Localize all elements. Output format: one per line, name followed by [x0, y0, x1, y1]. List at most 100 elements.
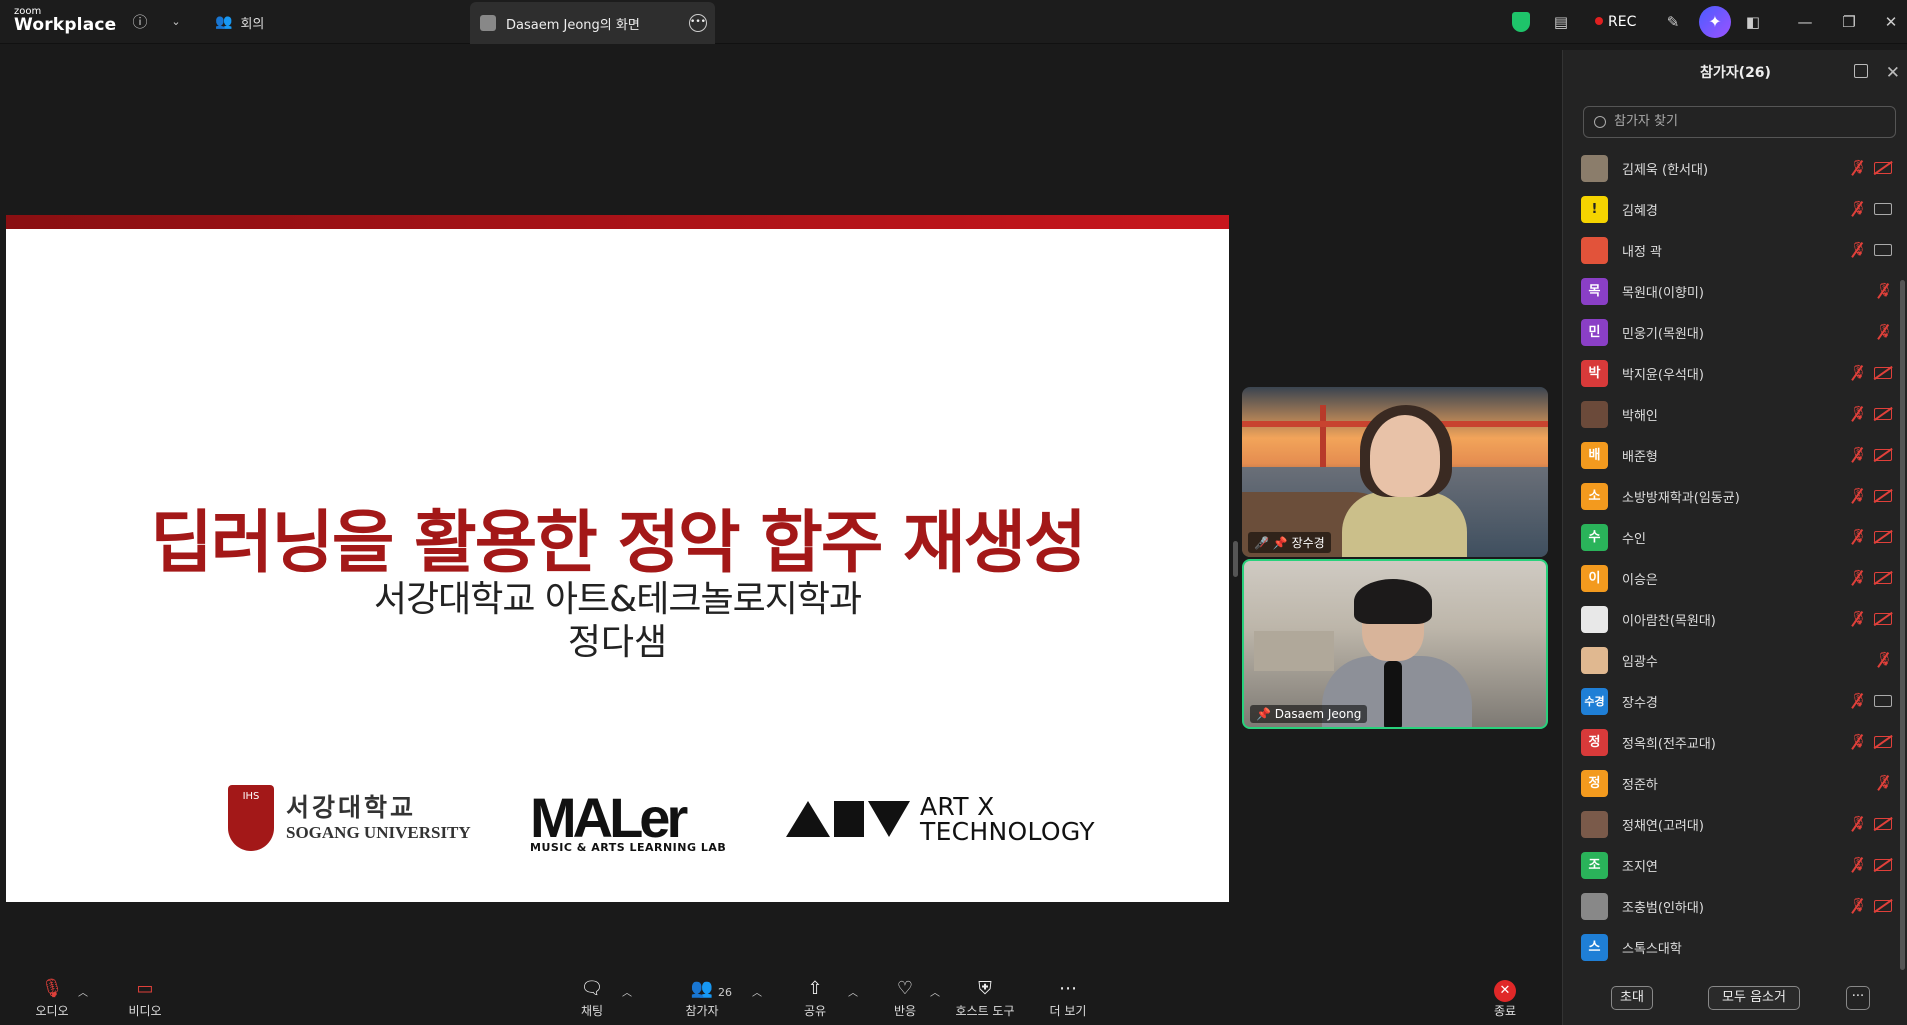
- avatar: [1581, 401, 1608, 428]
- participant-name: 정채연(고려대): [1622, 819, 1704, 834]
- participant-row[interactable]: 수경 장수경 🎙: [1563, 681, 1907, 722]
- participant-row[interactable]: 조충범(인하대) 🎙: [1563, 886, 1907, 927]
- participant-row[interactable]: 김제욱 (한서대) 🎙: [1563, 148, 1907, 189]
- tab-screen-share[interactable]: Dasaem Jeong의 화면 •••: [470, 2, 715, 44]
- video-button[interactable]: ▭ 비디오: [110, 976, 180, 1019]
- video-off-icon[interactable]: [1874, 490, 1892, 502]
- tab-meeting[interactable]: 👥 회의: [215, 0, 264, 44]
- mic-off-icon[interactable]: 🎙: [1850, 365, 1867, 381]
- mic-off-icon[interactable]: 🎙: [1850, 570, 1867, 586]
- pen-icon[interactable]: ✎: [1662, 0, 1684, 44]
- audio-options-caret-icon[interactable]: ︿: [78, 984, 88, 999]
- participant-row[interactable]: 민 민웅기(목원대) 🎙: [1563, 312, 1907, 353]
- info-icon[interactable]: ⓘ: [130, 0, 150, 44]
- avatar: !: [1581, 196, 1608, 223]
- recording-indicator[interactable]: REC: [1595, 0, 1636, 44]
- chat-button[interactable]: 🗨 채팅: [557, 976, 627, 1019]
- shield-icon[interactable]: [1512, 12, 1530, 32]
- mic-off-icon[interactable]: 🎙: [1876, 652, 1893, 668]
- app-logo: zoom Workplace: [14, 7, 116, 34]
- close-icon[interactable]: ✕: [1880, 0, 1902, 44]
- mic-off-icon[interactable]: 🎙: [1850, 693, 1867, 709]
- audio-button[interactable]: 🎙 오디오: [17, 976, 87, 1019]
- restore-icon[interactable]: ❐: [1838, 0, 1860, 44]
- mic-off-icon[interactable]: 🎙: [1850, 611, 1867, 627]
- mic-off-icon[interactable]: 🎙: [1876, 324, 1893, 340]
- video-off-icon[interactable]: [1874, 367, 1892, 379]
- split-resize-handle[interactable]: [1233, 541, 1238, 577]
- video-off-icon[interactable]: [1874, 531, 1892, 543]
- video-off-icon[interactable]: [1874, 736, 1892, 748]
- avatar: 정: [1581, 729, 1608, 756]
- video-on-icon[interactable]: [1874, 203, 1892, 215]
- more-button[interactable]: ⋯ 더 보기: [1033, 976, 1103, 1019]
- mic-off-icon[interactable]: 🎙: [1850, 488, 1867, 504]
- video-off-icon[interactable]: [1874, 408, 1892, 420]
- share-options-caret-icon[interactable]: ︿: [848, 984, 858, 999]
- participant-row[interactable]: 소 소방방재학과(임동균) 🎙: [1563, 476, 1907, 517]
- participant-name: 정준하: [1622, 778, 1658, 793]
- mic-off-icon[interactable]: 🎙: [1850, 857, 1867, 873]
- mic-off-icon[interactable]: 🎙: [1850, 201, 1867, 217]
- close-panel-icon[interactable]: ✕: [1886, 50, 1900, 96]
- mic-off-icon[interactable]: 🎙: [1850, 242, 1867, 258]
- participant-row[interactable]: 박 박지윤(우석대) 🎙: [1563, 353, 1907, 394]
- mic-off-icon[interactable]: 🎙: [1876, 775, 1893, 791]
- participant-row[interactable]: 수 수인 🎙: [1563, 517, 1907, 558]
- participant-name: 조지연: [1622, 860, 1658, 875]
- video-off-icon[interactable]: [1874, 449, 1892, 461]
- video-tile-jang-sukyung[interactable]: 🎤̸ 📌 장수경: [1242, 387, 1548, 557]
- participant-search-input[interactable]: 참가자 찾기: [1583, 106, 1896, 138]
- participant-row[interactable]: 이 이승은 🎙: [1563, 558, 1907, 599]
- video-off-icon[interactable]: [1874, 613, 1892, 625]
- video-off-icon[interactable]: [1874, 818, 1892, 830]
- panel-scrollbar[interactable]: [1900, 280, 1905, 970]
- mic-off-icon[interactable]: 🎙: [1850, 160, 1867, 176]
- participant-row[interactable]: 정 정옥희(전주교대) 🎙: [1563, 722, 1907, 763]
- host-tools-button[interactable]: ⛨ 호스트 도구: [950, 976, 1020, 1019]
- mic-off-icon[interactable]: 🎙: [1850, 529, 1867, 545]
- participant-row[interactable]: ! 김혜경 🎙: [1563, 189, 1907, 230]
- chat-options-caret-icon[interactable]: ︿: [622, 984, 632, 999]
- video-on-icon[interactable]: [1874, 695, 1892, 707]
- share-button[interactable]: ⇧ 공유: [780, 976, 850, 1019]
- participant-row[interactable]: 임광수 🎙: [1563, 640, 1907, 681]
- participant-row[interactable]: 목 목원대(이향미) 🎙: [1563, 271, 1907, 312]
- video-off-icon[interactable]: [1874, 900, 1892, 912]
- participant-row[interactable]: 내정 곽 🎙: [1563, 230, 1907, 271]
- participants-options-caret-icon[interactable]: ︿: [752, 984, 762, 999]
- participant-row[interactable]: 이아람찬(목원대) 🎙: [1563, 599, 1907, 640]
- video-off-icon[interactable]: [1874, 859, 1892, 871]
- avatar: 민: [1581, 319, 1608, 346]
- ai-companion-icon[interactable]: ✦: [1699, 6, 1731, 38]
- pop-out-icon[interactable]: [1854, 64, 1868, 78]
- more-options-button[interactable]: ···: [1846, 986, 1870, 1010]
- sogang-logo: 서강대학교 SOGANG UNIVERSITY: [228, 785, 471, 851]
- video-off-icon[interactable]: [1874, 162, 1892, 174]
- react-options-caret-icon[interactable]: ︿: [930, 984, 940, 999]
- apps-icon[interactable]: ◧: [1742, 0, 1764, 44]
- minimize-icon[interactable]: —: [1794, 0, 1816, 44]
- video-off-icon[interactable]: [1874, 572, 1892, 584]
- mic-off-icon[interactable]: 🎙: [1850, 734, 1867, 750]
- end-meeting-button[interactable]: ✕ 종료: [1470, 976, 1540, 1019]
- chevron-down-icon[interactable]: ⌄: [167, 0, 185, 44]
- participant-row[interactable]: 정 정준하 🎙: [1563, 763, 1907, 804]
- participant-row[interactable]: 배 배준형 🎙: [1563, 435, 1907, 476]
- mic-off-icon[interactable]: 🎙: [1850, 816, 1867, 832]
- mute-all-button[interactable]: 모두 음소거: [1708, 986, 1800, 1010]
- more-options-icon[interactable]: •••: [689, 14, 707, 32]
- mic-off-icon[interactable]: 🎙: [1876, 283, 1893, 299]
- participant-row[interactable]: 스 스톡스대학: [1563, 927, 1907, 968]
- shared-slide: 딥러닝을 활용한 정악 합주 재생성 서강대학교 아트&테크놀로지학과 정다샘 …: [6, 215, 1229, 902]
- participant-row[interactable]: 조 조지연 🎙: [1563, 845, 1907, 886]
- invite-button[interactable]: 초대: [1611, 986, 1653, 1010]
- video-tile-dasaem-jeong[interactable]: 📌 Dasaem Jeong: [1242, 559, 1548, 729]
- participant-row[interactable]: 정채연(고려대) 🎙: [1563, 804, 1907, 845]
- mic-off-icon[interactable]: 🎙: [1850, 898, 1867, 914]
- mic-off-icon[interactable]: 🎙: [1850, 447, 1867, 463]
- video-on-icon[interactable]: [1874, 244, 1892, 256]
- mic-off-icon[interactable]: 🎙: [1850, 406, 1867, 422]
- participant-row[interactable]: 박해인 🎙: [1563, 394, 1907, 435]
- notes-icon[interactable]: ▤: [1550, 0, 1572, 44]
